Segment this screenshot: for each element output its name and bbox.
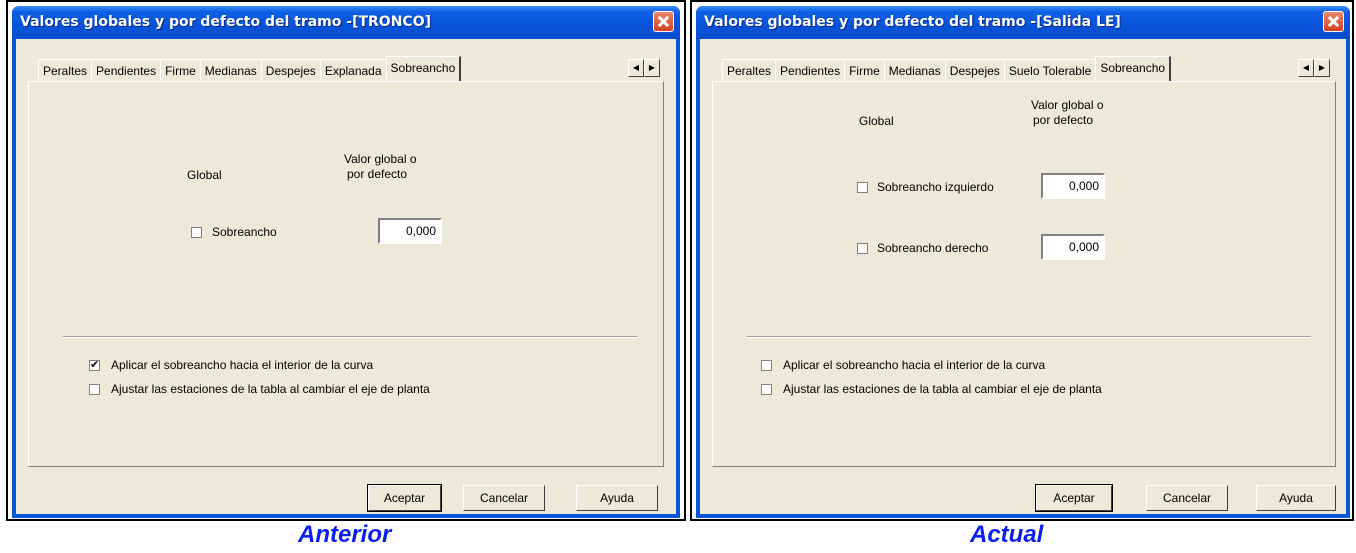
left-tab-strip: Peraltes Pendientes Firme Medianas Despejes E… xyxy=(38,56,462,81)
right-adjust-stations-label: Ajustar las estaciones de la tabla al ca… xyxy=(783,382,1102,396)
left-dialog-window: Valores globales y por defecto del tramo… xyxy=(12,6,680,518)
left-sobreancho-value-field[interactable]: 0,000 xyxy=(378,218,442,244)
left-scroll-right-icon[interactable]: ▶ xyxy=(644,59,660,77)
right-window-title: Valores globales y por defecto del tramo… xyxy=(704,14,1121,30)
caption-anterior: Anterior xyxy=(298,521,392,548)
caption-actual: Actual xyxy=(970,521,1044,548)
left-comparison-frame: Valores globales y por defecto del tramo… xyxy=(6,0,686,521)
right-scroll-left-icon[interactable]: ◀ xyxy=(1298,59,1314,77)
right-cancelar-button[interactable]: Cancelar xyxy=(1146,485,1228,511)
right-col-value-header-line2: por defecto xyxy=(1033,113,1094,127)
right-scroll-right-icon[interactable]: ▶ xyxy=(1314,59,1330,77)
left-aceptar-button[interactable]: Aceptar xyxy=(367,484,442,512)
left-tab-peraltes[interactable]: Peraltes xyxy=(38,59,93,80)
left-tab-medianas[interactable]: Medianas xyxy=(199,59,262,80)
left-tab-sobreancho[interactable]: Sobreancho xyxy=(385,56,462,81)
right-col-value-header-line1: Valor global o xyxy=(1031,98,1104,112)
left-separator xyxy=(63,336,637,338)
left-col-value-header-line2: por defecto xyxy=(347,167,408,181)
right-tab-peraltes[interactable]: Peraltes xyxy=(722,59,777,80)
left-tab-explanada[interactable]: Explanada xyxy=(319,59,387,80)
left-tab-despejes[interactable]: Despejes xyxy=(260,59,321,80)
right-sobreancho-derecho-value-field[interactable]: 0,000 xyxy=(1041,234,1105,260)
right-sobreancho-derecho-label: Sobreancho derecho xyxy=(877,241,989,255)
right-tab-panel: Global Valor global o por defecto Sobrea… xyxy=(712,81,1336,467)
left-scroll-left-icon[interactable]: ◀ xyxy=(628,59,644,77)
right-close-icon[interactable] xyxy=(1323,11,1344,32)
right-sobreancho-derecho-checkbox[interactable] xyxy=(857,243,868,254)
left-tab-panel: Global Valor global o por defecto Sobrea… xyxy=(28,81,664,467)
left-ayuda-button[interactable]: Ayuda xyxy=(576,485,658,511)
right-sobreancho-izquierdo-label: Sobreancho izquierdo xyxy=(877,180,994,194)
right-title-bar[interactable]: Valores globales y por defecto del tramo… xyxy=(696,6,1350,39)
right-tab-despejes[interactable]: Despejes xyxy=(944,59,1005,80)
right-sobreancho-izquierdo-value-field[interactable]: 0,000 xyxy=(1041,173,1105,199)
left-col-value-header-line1: Valor global o xyxy=(344,152,417,166)
left-title-bar[interactable]: Valores globales y por defecto del tramo… xyxy=(12,6,680,39)
right-tab-medianas[interactable]: Medianas xyxy=(883,59,946,80)
right-tab-strip: Peraltes Pendientes Firme Medianas Despejes S… xyxy=(722,56,1172,81)
right-adjust-stations-checkbox[interactable] xyxy=(761,384,772,395)
right-tab-pendientes[interactable]: Pendientes xyxy=(775,59,846,80)
right-tab-suelo-tolerable[interactable]: Suelo Tolerable xyxy=(1003,59,1097,80)
left-apply-inner-label: Aplicar el sobreancho hacia el interior … xyxy=(111,358,374,372)
right-tab-scroll: ◀ ▶ xyxy=(1298,59,1330,77)
right-tab-sobreancho[interactable]: Sobreancho xyxy=(1095,56,1172,81)
right-apply-inner-label: Aplicar el sobreancho hacia el interior … xyxy=(783,358,1046,372)
right-dialog-client: Peraltes Pendientes Firme Medianas Despejes S… xyxy=(700,39,1346,514)
left-col-global-header: Global xyxy=(187,168,222,182)
left-sobreancho-label: Sobreancho xyxy=(212,225,277,239)
left-tab-pendientes[interactable]: Pendientes xyxy=(91,59,162,80)
right-sobreancho-izquierdo-checkbox[interactable] xyxy=(857,182,868,193)
right-tab-firme[interactable]: Firme xyxy=(844,59,885,80)
left-adjust-stations-checkbox[interactable] xyxy=(89,384,100,395)
right-separator xyxy=(747,336,1311,338)
right-aceptar-button[interactable]: Aceptar xyxy=(1035,484,1113,512)
left-cancelar-button[interactable]: Cancelar xyxy=(463,485,545,511)
left-close-icon[interactable] xyxy=(653,11,674,32)
left-dialog-client: Peraltes Pendientes Firme Medianas Despejes E… xyxy=(16,39,676,514)
left-tab-scroll: ◀ ▶ xyxy=(628,59,660,77)
right-col-global-header: Global xyxy=(859,114,894,128)
right-apply-inner-checkbox[interactable] xyxy=(761,360,772,371)
left-apply-inner-checkbox[interactable] xyxy=(89,358,100,371)
left-tab-firme[interactable]: Firme xyxy=(160,59,201,80)
left-sobreancho-checkbox[interactable] xyxy=(191,227,202,238)
right-comparison-frame: Valores globales y por defecto del tramo… xyxy=(690,0,1354,521)
right-dialog-window: Valores globales y por defecto del tramo… xyxy=(696,6,1350,518)
left-window-title: Valores globales y por defecto del tramo… xyxy=(20,14,431,30)
left-adjust-stations-label: Ajustar las estaciones de la tabla al ca… xyxy=(111,382,430,396)
right-ayuda-button[interactable]: Ayuda xyxy=(1256,485,1336,511)
